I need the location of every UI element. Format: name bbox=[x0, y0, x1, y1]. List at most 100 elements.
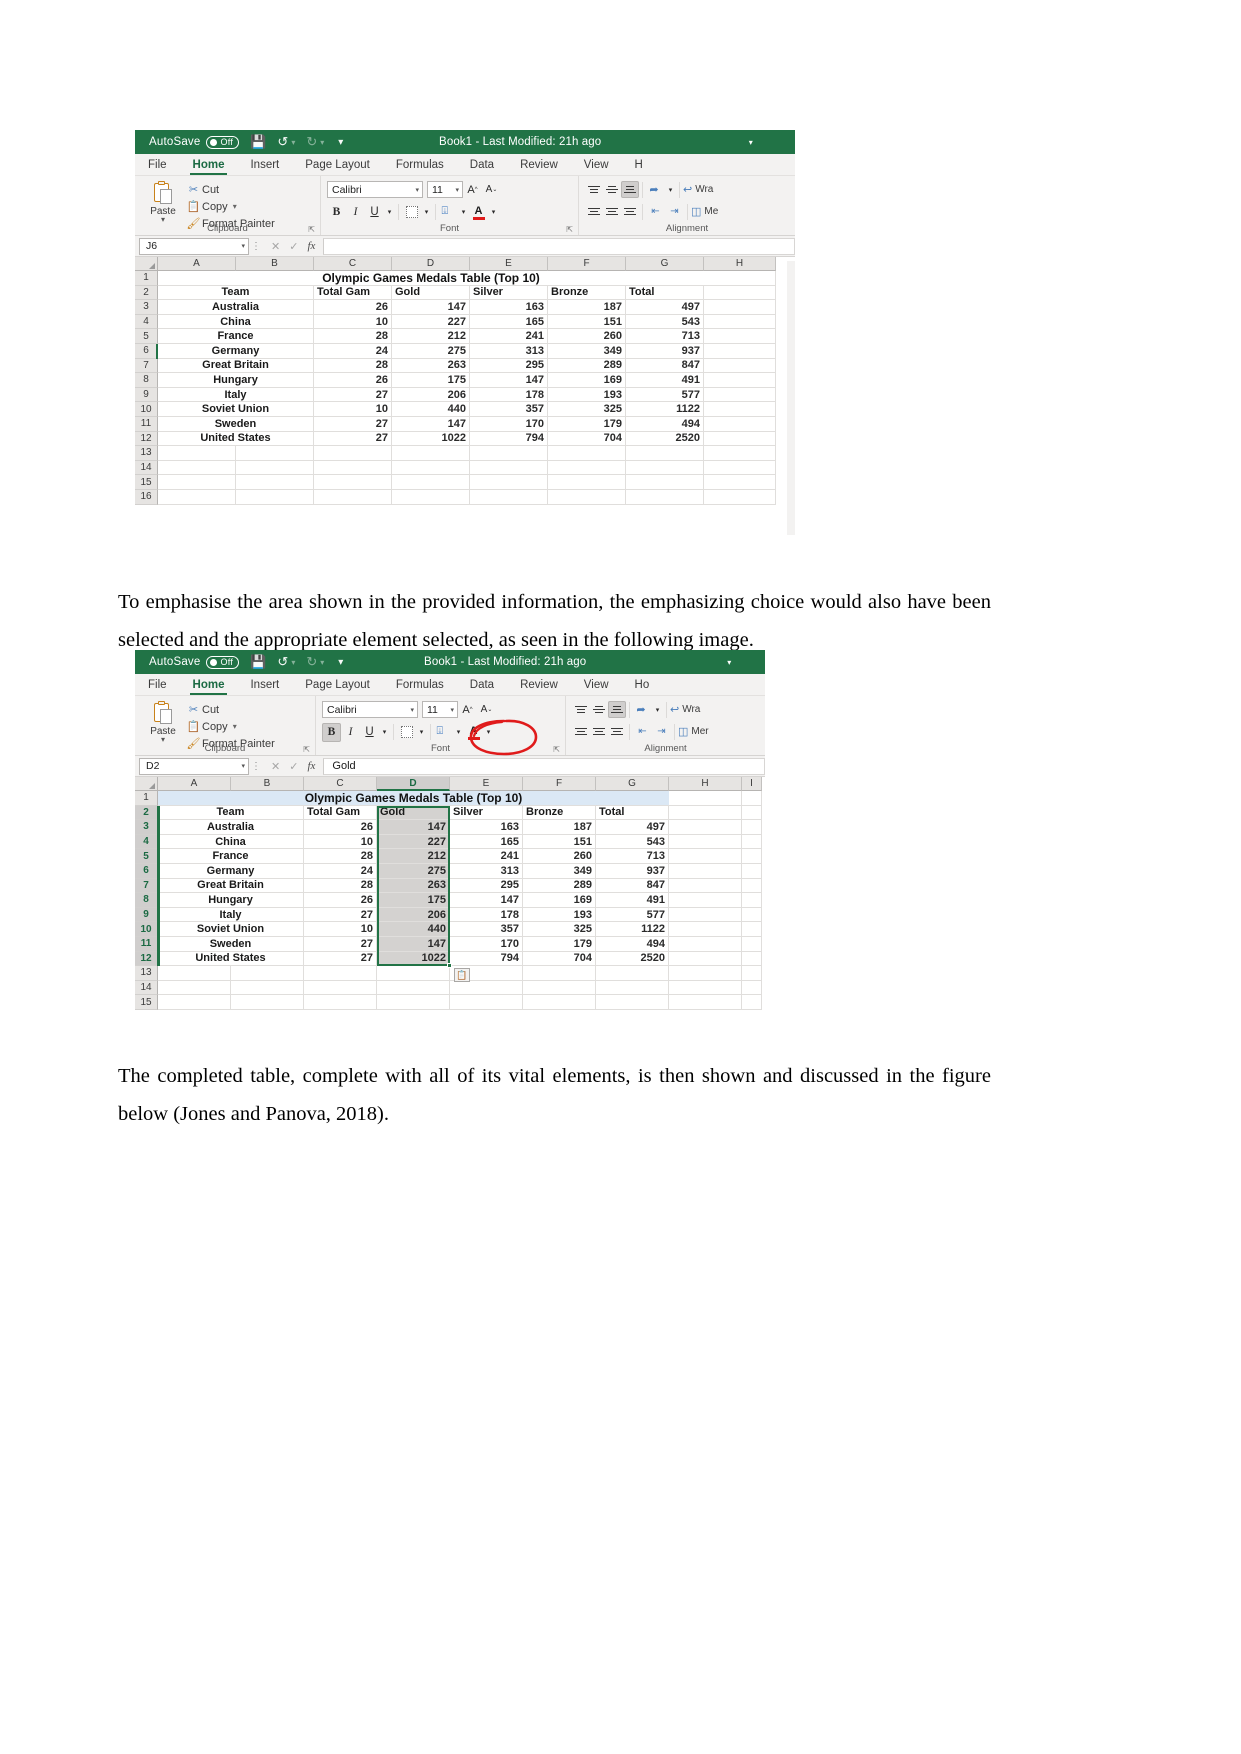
cell-total[interactable]: 491 bbox=[596, 893, 669, 908]
bold-button[interactable]: B bbox=[327, 203, 346, 222]
wrap-text-button[interactable]: ↩ Wra bbox=[683, 183, 713, 196]
empty-cell[interactable] bbox=[450, 980, 523, 996]
empty-cell[interactable] bbox=[742, 849, 762, 864]
empty-cell[interactable] bbox=[704, 387, 776, 403]
cell-team[interactable]: Australia bbox=[158, 820, 304, 835]
cell-total[interactable]: 494 bbox=[626, 416, 704, 432]
row-header-1[interactable]: 1 bbox=[135, 271, 158, 286]
tab-review[interactable]: Review bbox=[507, 154, 571, 176]
empty-cell[interactable] bbox=[742, 951, 762, 967]
row-header-12[interactable]: 12 bbox=[135, 431, 158, 447]
empty-cell[interactable] bbox=[742, 907, 762, 923]
cell-bronze[interactable]: 193 bbox=[548, 387, 626, 403]
cell-silver[interactable]: 163 bbox=[450, 820, 523, 835]
align-middle-button[interactable] bbox=[603, 181, 621, 198]
row-header-14[interactable]: 14 bbox=[135, 980, 158, 996]
formula-input[interactable]: Gold bbox=[323, 757, 765, 775]
formula-input[interactable] bbox=[323, 237, 795, 255]
decrease-indent-button[interactable]: ⇤ bbox=[633, 722, 652, 741]
empty-cell[interactable] bbox=[158, 995, 231, 1010]
cell-total-games[interactable]: 26 bbox=[304, 820, 377, 835]
cell-total[interactable]: 491 bbox=[626, 373, 704, 388]
column-header-e[interactable]: E bbox=[450, 777, 523, 791]
redo-caret-icon[interactable]: ▾ bbox=[320, 138, 324, 147]
row-header-13[interactable]: 13 bbox=[135, 446, 158, 461]
align-bottom-button[interactable] bbox=[621, 181, 639, 198]
cell-total-games[interactable]: 26 bbox=[304, 893, 377, 908]
cell-silver[interactable]: 794 bbox=[450, 951, 523, 967]
merge-center-button[interactable]: ◫ Mer bbox=[678, 725, 709, 738]
cell-total[interactable]: 2520 bbox=[596, 951, 669, 967]
cell-bronze[interactable]: 179 bbox=[548, 416, 626, 432]
empty-cell[interactable] bbox=[392, 475, 470, 490]
cell-team[interactable]: Hungary bbox=[158, 893, 304, 908]
empty-cell[interactable] bbox=[669, 820, 742, 835]
empty-cell[interactable] bbox=[470, 460, 548, 476]
empty-cell[interactable] bbox=[742, 966, 762, 981]
empty-cell[interactable] bbox=[236, 475, 314, 490]
empty-cell[interactable] bbox=[304, 995, 377, 1010]
cell-total[interactable]: 2520 bbox=[626, 431, 704, 447]
name-box[interactable]: D2 ▾ bbox=[139, 757, 249, 775]
empty-cell[interactable] bbox=[669, 791, 742, 806]
column-header-c[interactable]: C bbox=[304, 777, 377, 791]
empty-cell[interactable] bbox=[742, 791, 762, 806]
cell-total[interactable]: 577 bbox=[596, 907, 669, 923]
column-header-b[interactable]: B bbox=[231, 777, 304, 791]
cell-gold[interactable]: 206 bbox=[377, 907, 450, 923]
cell-team[interactable]: Australia bbox=[158, 300, 314, 315]
empty-cell[interactable] bbox=[626, 475, 704, 490]
undo-icon[interactable]: ↺ bbox=[277, 654, 288, 670]
select-all-corner[interactable] bbox=[135, 257, 158, 271]
empty-cell[interactable] bbox=[314, 475, 392, 490]
fill-color-button[interactable]: ⍗ bbox=[439, 203, 458, 222]
column-header-d[interactable]: D bbox=[392, 257, 470, 271]
empty-cell[interactable] bbox=[548, 475, 626, 490]
cell-gold[interactable]: 227 bbox=[377, 834, 450, 850]
tab-view[interactable]: View bbox=[571, 154, 622, 176]
autosave-toggle[interactable]: Off bbox=[206, 135, 240, 149]
empty-cell[interactable] bbox=[704, 373, 776, 388]
empty-cell[interactable] bbox=[704, 402, 776, 417]
copy-caret-icon[interactable]: ▾ bbox=[233, 202, 237, 211]
empty-cell[interactable] bbox=[548, 489, 626, 505]
empty-cell[interactable] bbox=[669, 951, 742, 967]
cell-gold[interactable]: 147 bbox=[392, 300, 470, 315]
chevron-down-icon[interactable]: ▾ bbox=[410, 706, 414, 714]
empty-cell[interactable] bbox=[158, 475, 236, 490]
cell-gold[interactable]: 147 bbox=[377, 936, 450, 952]
font-color-button[interactable]: A bbox=[464, 723, 483, 742]
empty-cell[interactable] bbox=[523, 980, 596, 996]
empty-cell[interactable] bbox=[669, 922, 742, 937]
empty-cell[interactable] bbox=[669, 936, 742, 952]
borders-caret-icon[interactable]: ▾ bbox=[421, 203, 432, 222]
cell-total[interactable]: 543 bbox=[626, 314, 704, 330]
empty-cell[interactable] bbox=[704, 416, 776, 432]
tab-page-layout[interactable]: Page Layout bbox=[292, 154, 383, 176]
cell-bronze[interactable]: 179 bbox=[523, 936, 596, 952]
borders-button[interactable] bbox=[397, 723, 416, 742]
empty-cell[interactable] bbox=[392, 446, 470, 461]
align-center-button[interactable] bbox=[590, 723, 608, 740]
align-left-button[interactable] bbox=[572, 723, 590, 740]
font-color-caret-icon[interactable]: ▾ bbox=[488, 203, 499, 222]
column-header-h[interactable]: H bbox=[704, 257, 776, 271]
cell-total-games[interactable]: 24 bbox=[314, 343, 392, 359]
cell-total[interactable]: 497 bbox=[626, 300, 704, 315]
tab-help[interactable]: Ho bbox=[622, 674, 663, 696]
empty-cell[interactable] bbox=[304, 966, 377, 981]
underline-caret-icon[interactable]: ▾ bbox=[379, 723, 390, 742]
empty-cell[interactable] bbox=[704, 460, 776, 476]
cell-gold[interactable]: 212 bbox=[377, 849, 450, 864]
cell-bronze[interactable]: 349 bbox=[523, 863, 596, 879]
column-header-g[interactable]: G bbox=[596, 777, 669, 791]
cell-bronze[interactable]: 169 bbox=[548, 373, 626, 388]
cell-team[interactable]: Sweden bbox=[158, 416, 314, 432]
column-header-i[interactable]: I bbox=[742, 777, 762, 791]
row-header-16[interactable]: 16 bbox=[135, 489, 158, 505]
empty-cell[interactable] bbox=[742, 878, 762, 894]
cell-gold[interactable]: 263 bbox=[392, 358, 470, 374]
underline-button[interactable]: U bbox=[365, 203, 384, 222]
cell-silver[interactable]: 178 bbox=[470, 387, 548, 403]
empty-cell[interactable] bbox=[669, 966, 742, 981]
